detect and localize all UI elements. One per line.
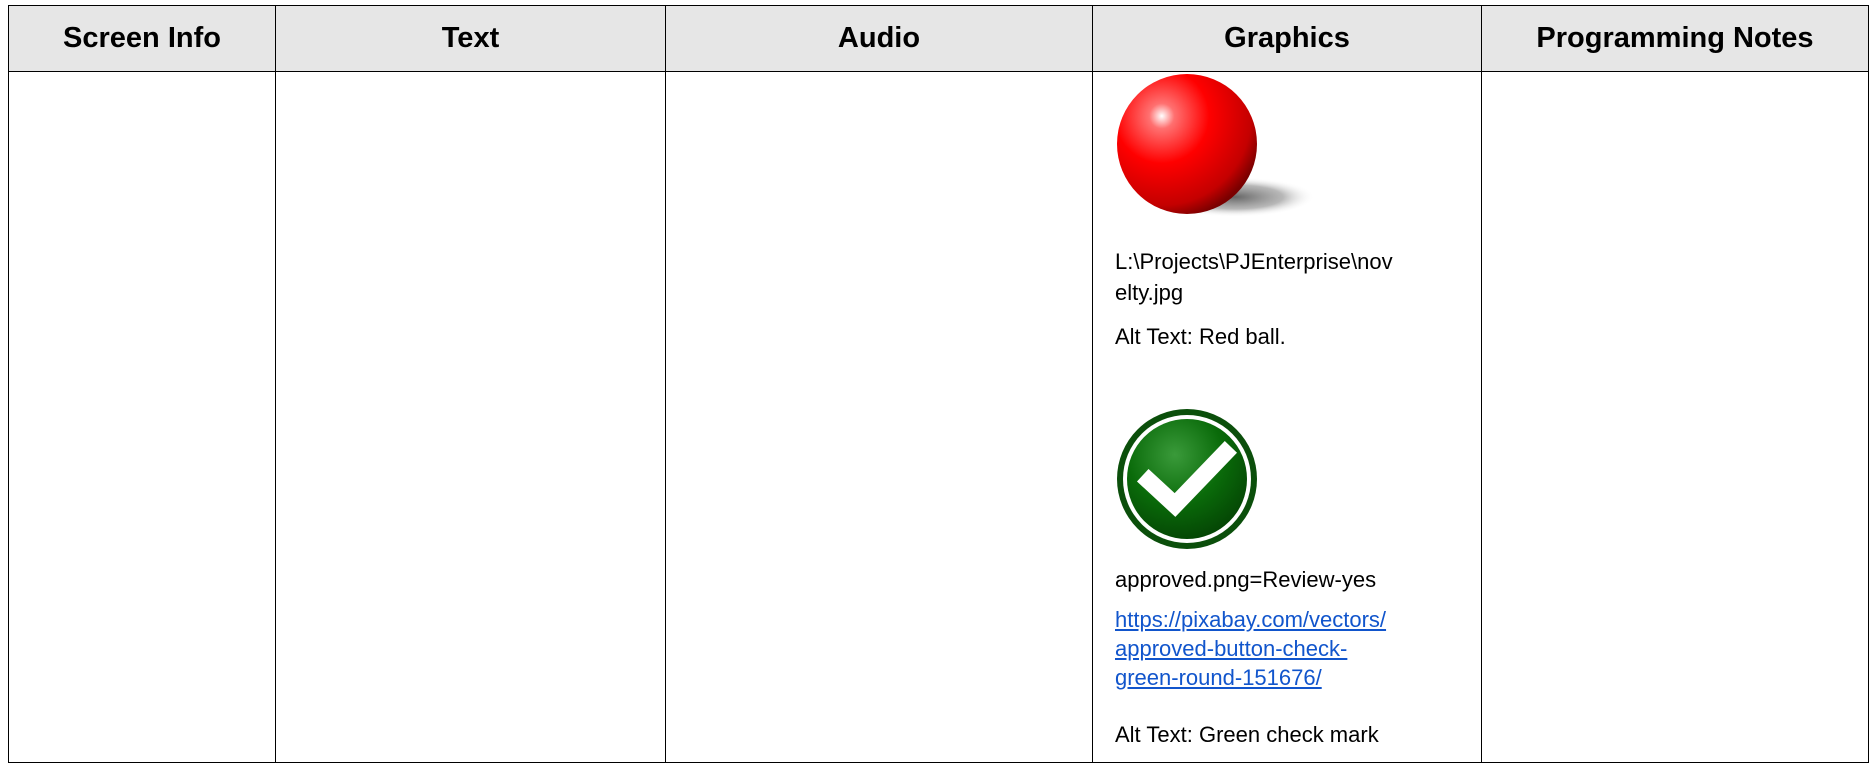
graphics-cell[interactable]: L:\Projects\PJEnterprise\nov elty.jpg Al…	[1092, 71, 1482, 763]
pixabay-link[interactable]: https://pixabay.com/vectors/ approved-bu…	[1115, 605, 1465, 692]
pixabay-link-line1[interactable]: https://pixabay.com/vectors/	[1115, 605, 1465, 634]
audio-cell[interactable]	[665, 71, 1093, 763]
green-check-image	[1115, 407, 1260, 552]
header-row: Screen Info Text Audio Graphics Programm…	[8, 5, 1869, 72]
red-ball-path-line2: elty.jpg	[1115, 280, 1184, 305]
header-screen-info: Screen Info	[8, 5, 276, 72]
header-audio: Audio	[665, 5, 1093, 72]
programming-notes-cell[interactable]	[1481, 71, 1869, 763]
red-ball-alt-text: Alt Text: Red ball.	[1115, 324, 1286, 349]
header-graphics: Graphics	[1092, 5, 1482, 72]
screen-info-cell[interactable]	[8, 71, 276, 763]
green-check-alt-text: Alt Text: Green check mark	[1115, 722, 1379, 747]
storyboard-row: L:\Projects\PJEnterprise\nov elty.jpg Al…	[8, 71, 1869, 763]
header-programming-notes: Programming Notes	[1481, 5, 1869, 72]
pixabay-link-line2[interactable]: approved-button-check-	[1115, 634, 1465, 663]
red-ball-image	[1115, 72, 1325, 222]
red-ball-icon	[1117, 74, 1315, 217]
pixabay-link-line3[interactable]: green-round-151676/	[1115, 663, 1465, 692]
red-ball-path-line1: L:\Projects\PJEnterprise\nov	[1115, 249, 1393, 274]
approved-filename: approved.png=Review-yes	[1115, 567, 1377, 592]
storyboard-table: Screen Info Text Audio Graphics Programm…	[8, 5, 1869, 763]
text-cell[interactable]	[275, 71, 666, 763]
green-check-mark-icon	[1117, 409, 1257, 549]
header-text: Text	[275, 5, 666, 72]
